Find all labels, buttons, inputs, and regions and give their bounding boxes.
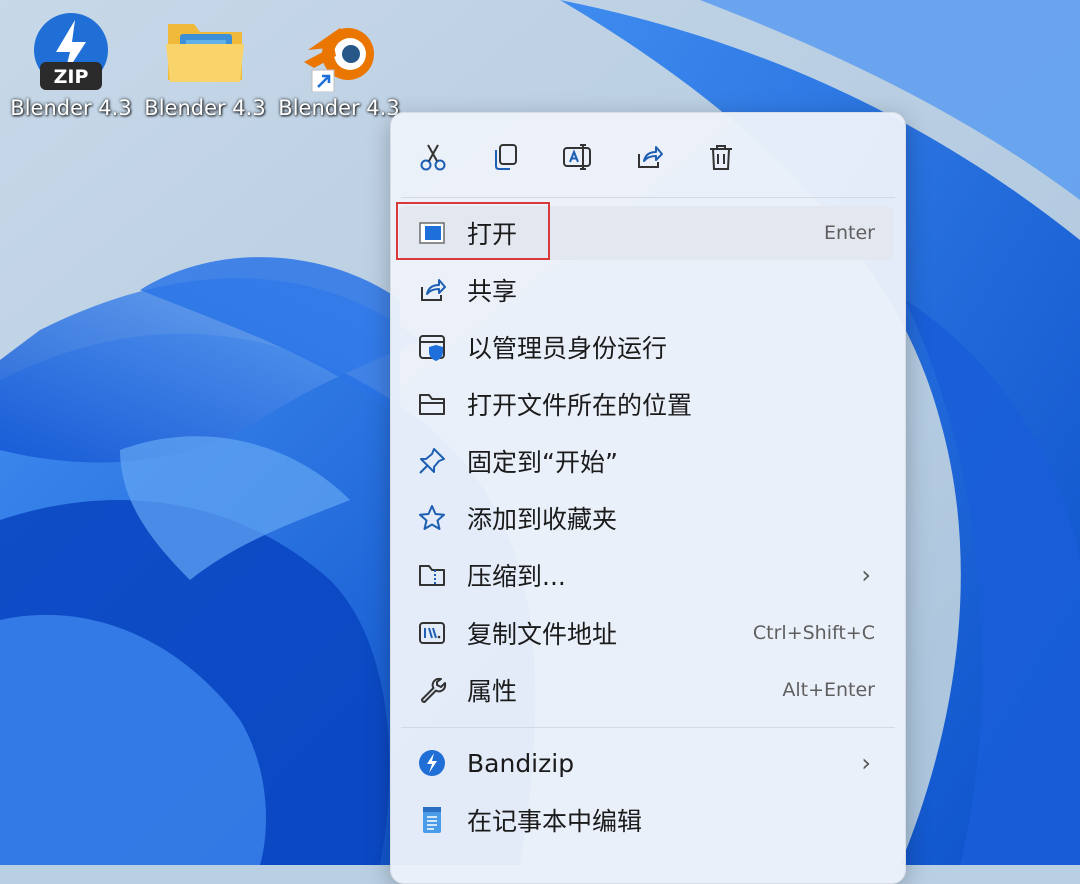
menu-item-edit-in-notepad[interactable]: 在记事本中编辑 [399, 793, 893, 847]
share-icon [638, 146, 663, 168]
menu-item-label: 属性 [467, 677, 518, 706]
cut-button[interactable] [411, 135, 455, 179]
menu-item-label: 以管理员身份运行 [467, 334, 668, 363]
menu-item-label: 打开文件所在的位置 [467, 391, 693, 420]
menu-item-shortcut: Alt+Enter [782, 679, 875, 701]
menu-item-shortcut: Ctrl+Shift+C [752, 622, 875, 644]
menu-item-run-as-admin[interactable]: 以管理员身份运行 [399, 320, 893, 374]
menu-item-label: 压缩到... [467, 562, 566, 591]
menu-item-copy-as-path[interactable]: 复制文件地址 Ctrl+Shift+C [399, 606, 893, 660]
highlight-annotation-box [396, 202, 550, 260]
chevron-right-icon: › [861, 749, 871, 777]
desktop-icon-bandizip-archive[interactable]: ZIP Blender 4.3 [6, 10, 136, 130]
copy-button[interactable] [483, 135, 527, 179]
menu-separator [401, 727, 895, 728]
wrench-icon [415, 673, 449, 707]
star-icon [415, 501, 449, 535]
zip-badge-text: ZIP [54, 66, 89, 88]
rename-icon [563, 144, 591, 170]
trash-icon [710, 145, 732, 170]
menu-item-bandizip[interactable]: Bandizip › [399, 736, 893, 790]
menu-item-share[interactable]: 共享 [399, 263, 893, 317]
menu-item-compress-to[interactable]: 压缩到... › [399, 548, 893, 602]
menu-item-label: 添加到收藏夹 [467, 505, 618, 534]
delete-button[interactable] [699, 135, 743, 179]
pin-icon [415, 444, 449, 478]
menu-item-label: Bandizip [467, 748, 575, 778]
blender-icon [304, 28, 374, 93]
copy-path-icon [415, 616, 449, 650]
share-button[interactable] [627, 135, 671, 179]
desktop-icon-label: Blender 4.3 [278, 96, 400, 120]
desktop-icon-blender-shortcut[interactable]: Blender 4.3 [274, 10, 404, 130]
menu-item-label: 复制文件地址 [467, 620, 618, 649]
quick-action-bar [391, 113, 905, 197]
desktop-icon-folder[interactable]: Blender 4.3 [140, 10, 270, 130]
menu-item-label: 在记事本中编辑 [467, 807, 643, 836]
menu-item-label: 固定到“开始” [467, 448, 618, 477]
folder-outline-icon [415, 387, 449, 421]
bandizip-zip-icon: ZIP [34, 13, 108, 90]
desktop-icon-label: Blender 4.3 [10, 96, 132, 120]
folder-icon [166, 24, 244, 82]
share-icon [415, 273, 449, 307]
admin-shield-icon [415, 330, 449, 364]
menu-item-properties[interactable]: 属性 Alt+Enter [399, 663, 893, 717]
desktop-icon-label: Blender 4.3 [144, 96, 266, 120]
menu-item-pin-to-start[interactable]: 固定到“开始” [399, 434, 893, 488]
chevron-right-icon: › [861, 561, 871, 589]
zip-folder-icon [415, 558, 449, 592]
notepad-icon [415, 803, 449, 837]
menu-item-label: 共享 [467, 277, 518, 306]
menu-item-shortcut: Enter [824, 222, 875, 244]
scissors-icon [420, 144, 446, 171]
menu-item-add-to-favorites[interactable]: 添加到收藏夹 [399, 491, 893, 545]
bandizip-icon [415, 746, 449, 780]
rename-button[interactable] [555, 135, 599, 179]
menu-separator [401, 197, 895, 198]
copy-icon [495, 144, 517, 170]
menu-item-open-file-location[interactable]: 打开文件所在的位置 [399, 377, 893, 431]
